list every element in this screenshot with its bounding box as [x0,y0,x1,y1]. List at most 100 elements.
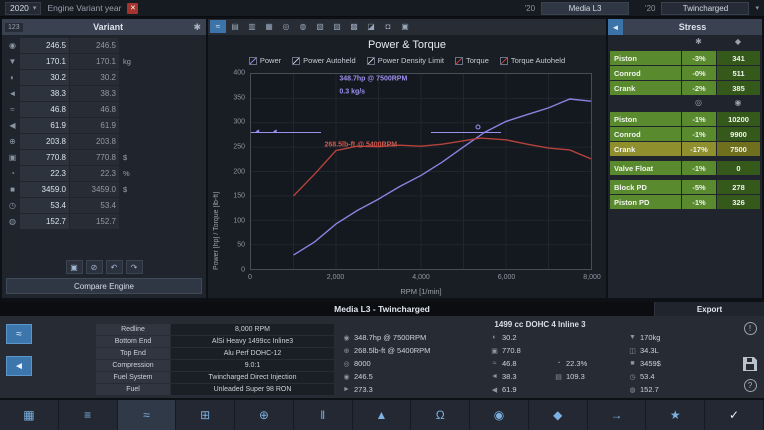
legend-checkbox[interactable] [500,57,508,65]
stat-value: 770.8 [502,346,521,355]
variant-row: ■3459.03459.0$ [5,182,203,197]
power-table-view-icon[interactable]: ▤ [227,20,243,33]
year-warning-icon[interactable]: ✕ [127,3,138,14]
variant-panel-title: Variant [23,22,194,32]
bottom-end-tab[interactable]: ⊞ [176,400,235,430]
chart-view-toolbar: ≈▤▥▦◎◍▧▨▩◪◘▣ [208,19,606,35]
variant-value-current: 30.2 [20,70,69,85]
torque-table-view-icon[interactable]: ▥ [244,20,260,33]
spec-value: 8,000 RPM [171,324,334,335]
stat-loudness: ◀61.9 [490,383,554,396]
variant-unit [119,198,145,213]
y-tick-label: 400 [233,70,245,77]
variant-dyno-tab[interactable]: ≈ [118,400,177,430]
summary-stats: 1499 cc DOHC 4 Inline 3 ◉348.7hp @ 7500R… [334,320,738,396]
legend-item-power-autoheld[interactable]: Power Autoheld [292,56,356,65]
variant-value-compare: 38.3 [70,86,119,101]
friction-view-icon[interactable]: ◪ [363,20,379,33]
main-toolbar: ▦≡≈⊞⊕‖▲Ω◉◆→★✓ [0,400,764,430]
variant-value-compare: 22.3 [70,166,119,181]
clear-values-button[interactable]: ⊘ [86,260,103,274]
summary-body: ≈ ◄ Redline8,000 RPMBottom EndAlSi Heavy… [0,316,764,398]
stress-row: Conrod-1%9900 [610,127,760,141]
tooling-cost-icon: ■ [5,182,20,197]
economy-icon: ◐ [5,70,20,85]
stress-value: 511 [717,66,760,80]
save-icon[interactable] [743,357,757,371]
stress-value: 7500 [717,142,760,156]
aspiration-tab[interactable]: ◉ [470,400,529,430]
family-tab[interactable]: ≡ [59,400,118,430]
airflow-view-icon[interactable]: ◍ [295,20,311,33]
engine-tab[interactable]: ▦ [0,400,59,430]
variant-tab-twincharged[interactable]: Twincharged [661,2,749,15]
variant-row: ≈46.846.8 [5,102,203,117]
copy-values-button[interactable]: ▣ [66,260,83,274]
confirm-button[interactable]: ✓ [705,400,764,430]
back-button[interactable]: ◄ [6,356,32,376]
variant-value-compare: 152.7 [70,214,119,229]
legend-item-torque[interactable]: Torque [455,56,489,65]
stress-row: Piston-1%10200 [610,112,760,126]
legend-item-torque-autoheld[interactable]: Torque Autoheld [500,56,565,65]
variant-row: ◉246.5246.5 [5,38,203,53]
gauge-view-icon[interactable]: ◎ [278,20,294,33]
info-icon[interactable]: ! [744,322,757,335]
export-button[interactable]: Export [654,302,764,316]
year-dropdown[interactable]: 2020 ▾ [5,2,41,15]
knock-view-icon[interactable]: ▩ [346,20,362,33]
tabs-chevron-down-icon[interactable]: ▾ [755,4,759,12]
fuel-system-tab[interactable]: ◆ [529,400,588,430]
stress-percent: -3% [682,51,716,65]
variant-row: ⊕203.8203.8 [5,134,203,149]
legend-item-power-density-limit[interactable]: Power Density Limit [367,56,444,65]
variant-value-compare: 53.4 [70,198,119,213]
stat-value: 246.5 [354,372,373,381]
legend-checkbox[interactable] [292,57,300,65]
legend-checkbox[interactable] [367,57,375,65]
head-tab[interactable]: ▲ [353,400,412,430]
stat-value: 348.7hp @ 7500RPM [354,333,426,342]
fuel-map-view-icon[interactable]: ▧ [312,20,328,33]
variant-row: ◀61.961.9 [5,118,203,133]
exhaust-tab[interactable]: → [588,400,647,430]
legend-checkbox[interactable] [249,57,257,65]
legend-checkbox[interactable] [455,57,463,65]
dyno-curves-view-icon[interactable]: ≈ [210,20,226,33]
chart-legend: Power Power Autoheld Power Density Limit To… [208,56,606,65]
paste-values-button[interactable]: ↷ [126,260,143,274]
variant-tab-media-l3[interactable]: Media L3 [541,2,629,15]
variant-unit [119,86,145,101]
y-tick-label: 300 [233,119,245,126]
compare-engine-button[interactable]: Compare Engine [6,278,202,294]
gear-icon[interactable]: ✱ [193,22,201,33]
spec-table: Redline8,000 RPMBottom EndAlSi Heavy 149… [96,320,334,396]
pistons-tab[interactable]: ‖ [294,400,353,430]
undo-button[interactable]: ↶ [106,260,123,274]
numeric-display-toggle[interactable]: 123 [5,23,23,32]
stat-engineering: ◔22.3% [554,357,628,370]
plot-area[interactable]: 348.7hp @ 7500RPM0.3 kg/s268.5lb-ft @ 54… [250,73,592,270]
valvetrain-tab[interactable]: Ω [411,400,470,430]
balance-view-icon[interactable]: ◘ [380,20,396,33]
stress-value: 326 [717,195,760,209]
variant-value-compare: 30.2 [70,70,119,85]
x-axis-label: RPM [1/min] [250,287,592,296]
testing-tab[interactable]: ★ [646,400,705,430]
y-tick-label: 200 [233,168,245,175]
help-icon[interactable]: ? [744,379,757,392]
variant-unit [119,70,145,85]
graph-settings-view-icon[interactable]: ▣ [397,20,413,33]
collapse-stress-button[interactable]: ◄ [608,19,623,35]
variant-stats-table: ◉246.5246.5▼170.1170.1kg◐30.230.2◄38.338… [2,35,206,230]
stress-percent: -1% [682,127,716,141]
stat-value: 3459$ [640,359,661,368]
efficiency-map-view-icon[interactable]: ▦ [261,20,277,33]
tab-year-label: '20 [645,4,655,13]
crankshaft-tab[interactable]: ⊕ [235,400,294,430]
legend-item-power[interactable]: Power [249,56,281,65]
graphs-button[interactable]: ≈ [6,324,32,344]
power-icon: ◉ [342,334,351,342]
temperature-view-icon[interactable]: ▨ [329,20,345,33]
spec-row: Fuel SystemTwincharged Direct Injection [96,372,334,383]
